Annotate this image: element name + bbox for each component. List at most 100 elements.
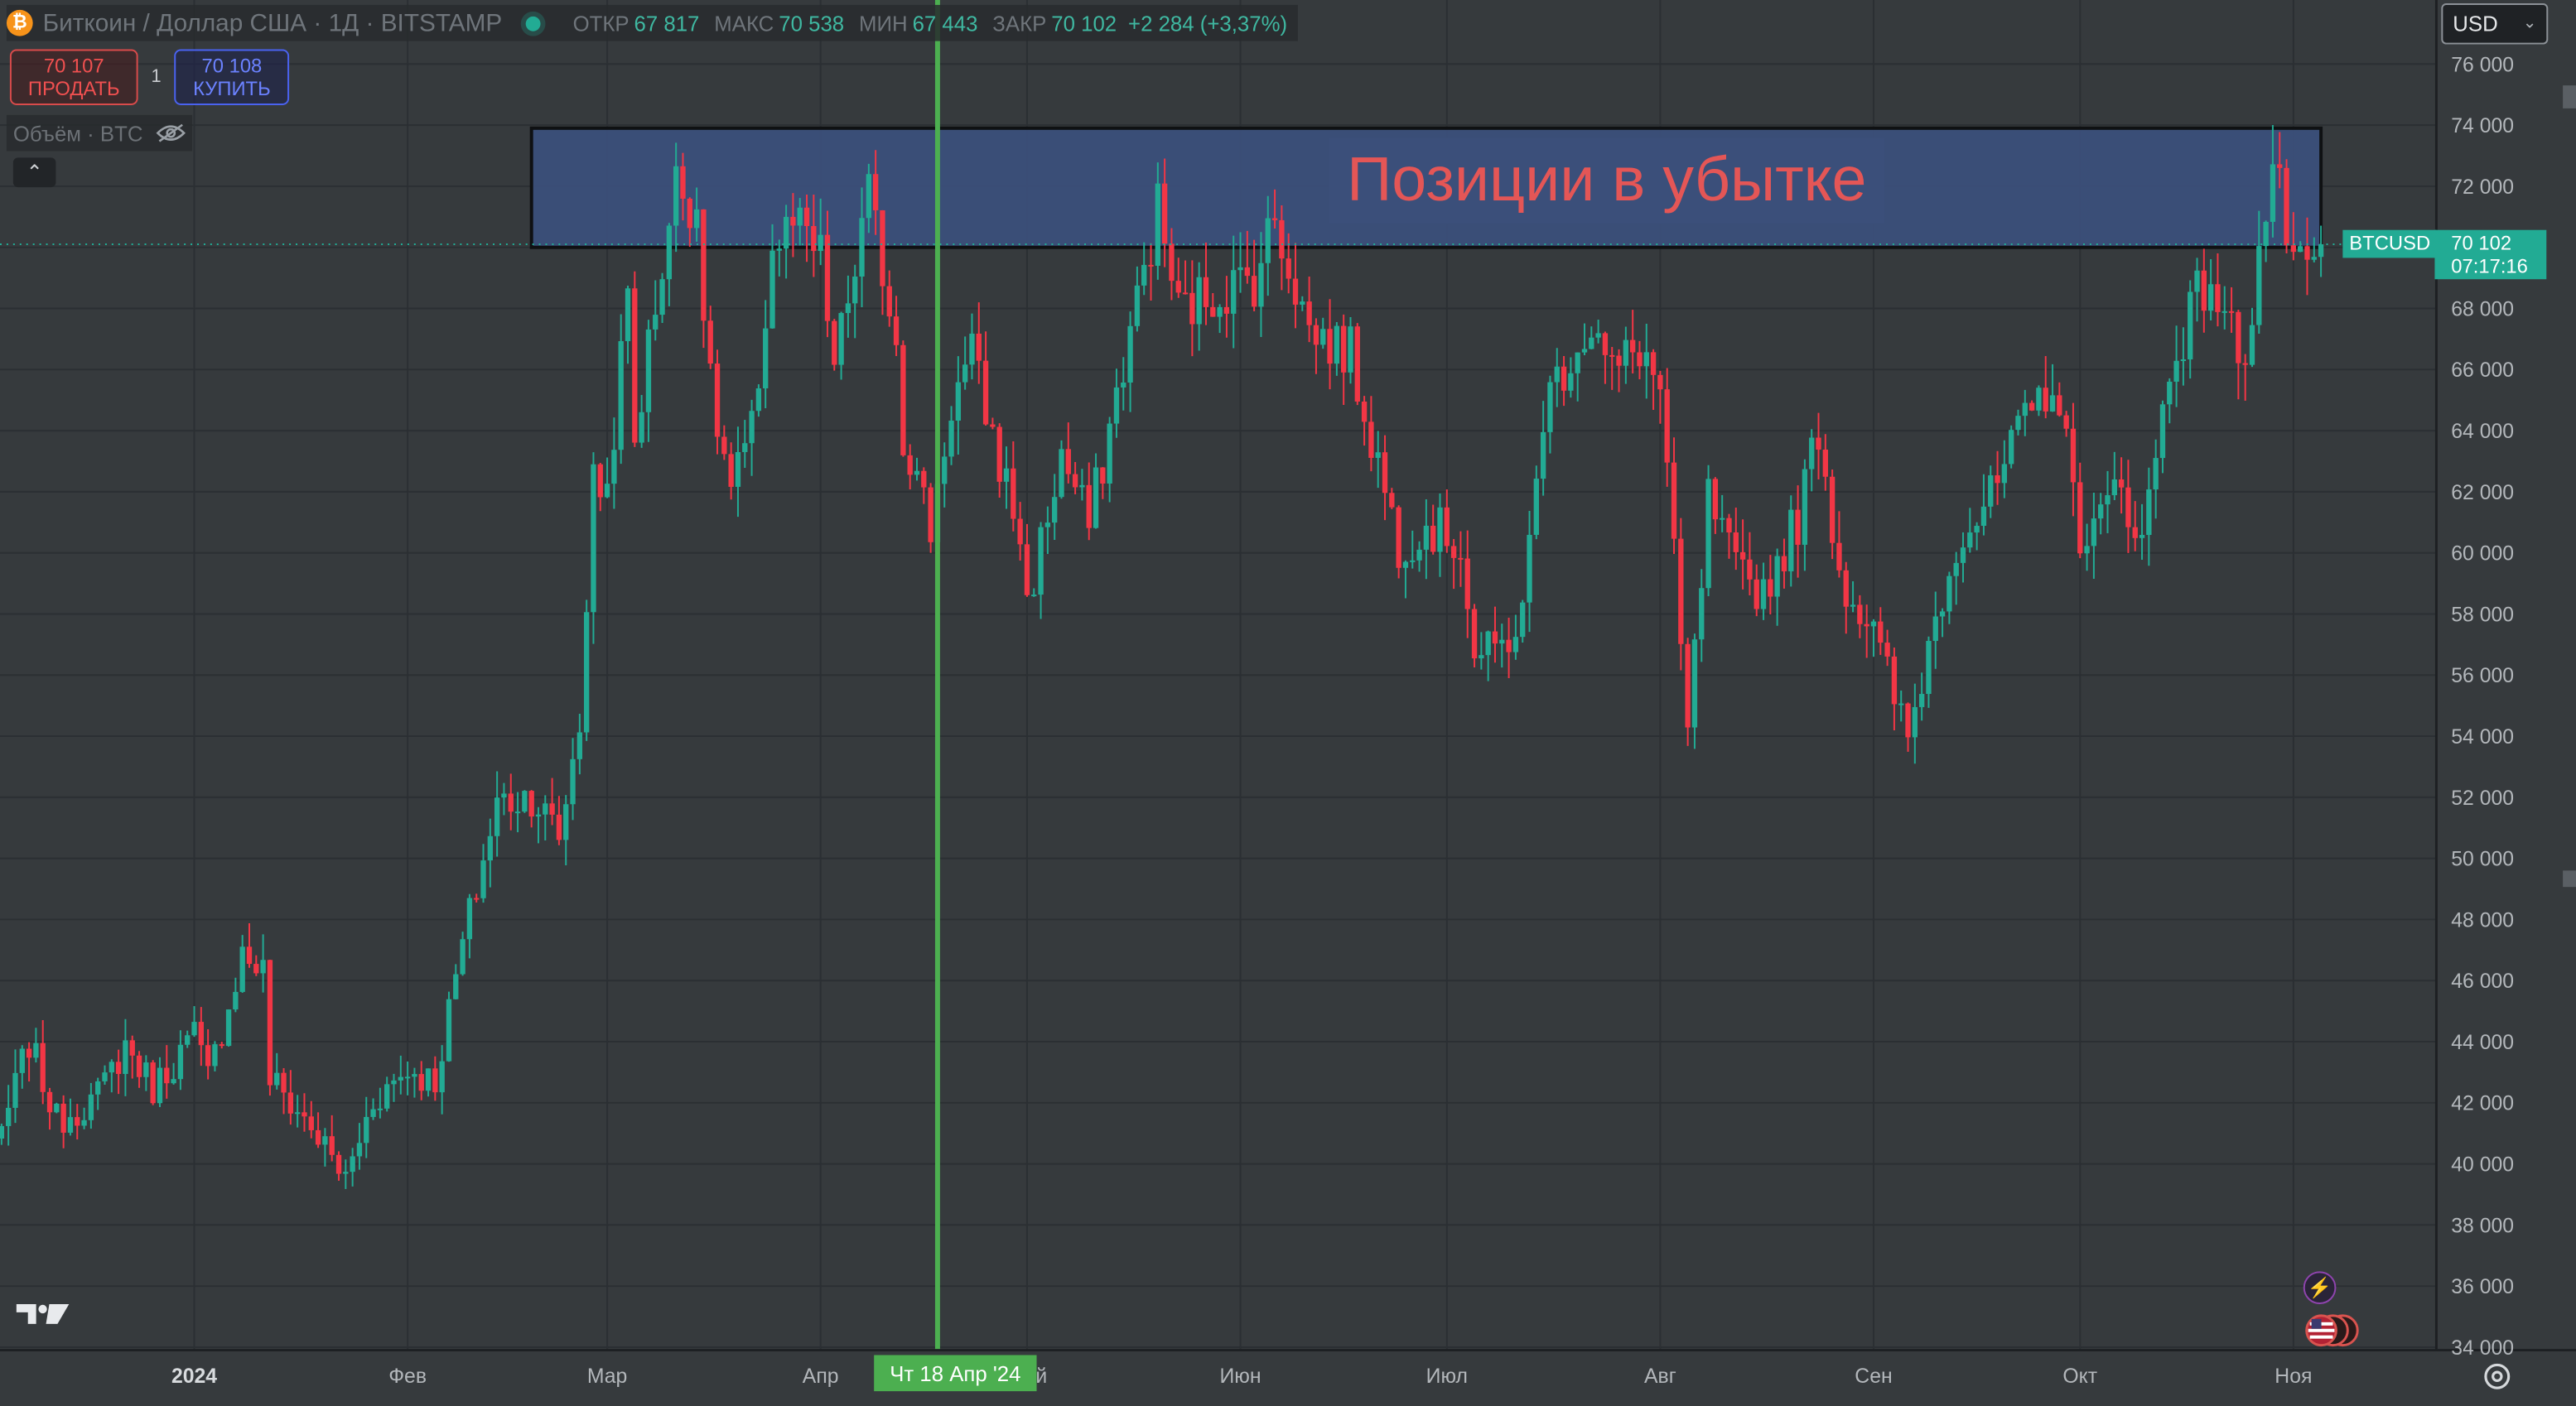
candle bbox=[1629, 339, 1636, 353]
high-value: 70 538 bbox=[779, 10, 845, 36]
candle bbox=[1079, 484, 1085, 488]
candle bbox=[1974, 526, 1980, 533]
gear-icon[interactable] bbox=[2479, 1358, 2516, 1394]
candle bbox=[2015, 416, 2021, 431]
candle bbox=[1024, 544, 1030, 595]
market-status-icon bbox=[525, 15, 540, 31]
candle bbox=[763, 328, 769, 389]
candle bbox=[1251, 276, 1257, 307]
candle bbox=[2228, 311, 2235, 313]
candle bbox=[157, 1067, 163, 1104]
candle bbox=[1616, 355, 1622, 366]
volume-legend[interactable]: Объём · BTC bbox=[6, 114, 193, 152]
candle bbox=[33, 1042, 39, 1058]
candle bbox=[487, 835, 493, 861]
x-tick-label: Мар bbox=[587, 1365, 627, 1388]
sell-button[interactable]: 70 107 ПРОДАТЬ bbox=[9, 49, 138, 105]
lightning-icon[interactable]: ⚡ bbox=[2303, 1271, 2337, 1305]
candle bbox=[1809, 437, 1815, 469]
candle bbox=[2132, 527, 2138, 538]
price-tag-countdown: 07:17:16 bbox=[2451, 254, 2528, 278]
candle bbox=[1720, 518, 1725, 520]
candle bbox=[742, 443, 748, 452]
y-tick-label: 68 000 bbox=[2451, 298, 2514, 320]
candle bbox=[1829, 476, 1836, 543]
candle bbox=[1458, 557, 1464, 560]
candle bbox=[391, 1080, 397, 1085]
candle bbox=[129, 1040, 135, 1056]
candle bbox=[1169, 243, 1175, 282]
candle bbox=[1368, 421, 1374, 458]
candle bbox=[1258, 262, 1264, 307]
candle bbox=[1382, 452, 1388, 494]
candle bbox=[2201, 270, 2207, 311]
candle bbox=[1127, 325, 1133, 383]
y-tick-label: 38 000 bbox=[2451, 1215, 2514, 1237]
y-tick-label: 36 000 bbox=[2451, 1276, 2514, 1298]
candle bbox=[1884, 643, 1890, 657]
currency-select[interactable]: USD ⌄ bbox=[2441, 2, 2549, 45]
candle bbox=[246, 946, 253, 965]
candle bbox=[2297, 246, 2303, 253]
candle bbox=[783, 216, 789, 249]
x-tick-label: Фев bbox=[388, 1365, 427, 1388]
candle bbox=[1306, 301, 1312, 325]
y-tick-label: 48 000 bbox=[2451, 909, 2514, 932]
candle bbox=[1643, 352, 1649, 367]
candle bbox=[364, 1116, 369, 1144]
change-value: +2 284 (+3,37%) bbox=[1128, 10, 1288, 36]
x-tick-label: Июн bbox=[1219, 1365, 1261, 1388]
annotation-label[interactable]: Позиции в убытке bbox=[1329, 137, 1884, 224]
candle bbox=[522, 791, 528, 812]
candle bbox=[790, 216, 796, 226]
candle bbox=[40, 1042, 46, 1092]
candle bbox=[673, 166, 679, 226]
candle bbox=[1609, 354, 1615, 357]
candle bbox=[2028, 402, 2035, 411]
candle bbox=[735, 451, 741, 487]
candle bbox=[845, 303, 851, 314]
candle bbox=[1244, 267, 1251, 277]
close-label: ЗАКР bbox=[992, 10, 1047, 36]
symbol-legend[interactable]: ₿ Биткоин / Доллар США · 1Д · BITSTAMP О… bbox=[6, 4, 1298, 41]
candle bbox=[1031, 595, 1037, 597]
us-flag-icon[interactable] bbox=[2303, 1312, 2362, 1349]
candle bbox=[294, 1112, 301, 1115]
candle bbox=[171, 1079, 176, 1084]
candle bbox=[2221, 311, 2227, 313]
candle bbox=[1850, 604, 1856, 607]
candle bbox=[1416, 549, 1422, 561]
candle bbox=[1121, 383, 1126, 388]
candle bbox=[797, 207, 803, 226]
candle bbox=[102, 1072, 108, 1081]
candle bbox=[1044, 522, 1051, 527]
candle bbox=[2077, 482, 2083, 554]
candle bbox=[46, 1091, 53, 1113]
symbol-title[interactable]: Биткоин / Доллар США · 1Д · BITSTAMP bbox=[43, 9, 503, 37]
currency-value: USD bbox=[2453, 11, 2498, 36]
candle bbox=[1059, 449, 1064, 498]
candle bbox=[872, 174, 879, 210]
buy-button[interactable]: 70 108 КУПИТЬ bbox=[174, 49, 290, 105]
candle bbox=[404, 1076, 411, 1079]
tradingview-logo[interactable] bbox=[13, 1298, 72, 1331]
candle bbox=[67, 1117, 74, 1133]
candle bbox=[1623, 339, 1629, 366]
candle bbox=[1568, 373, 1574, 391]
candle bbox=[2236, 311, 2241, 364]
candle bbox=[1657, 374, 1663, 390]
candle bbox=[343, 1172, 349, 1174]
candle bbox=[803, 207, 810, 227]
candle bbox=[494, 797, 500, 836]
candle bbox=[2215, 284, 2221, 312]
candle bbox=[625, 288, 631, 342]
eye-hidden-icon[interactable] bbox=[156, 123, 186, 143]
chart-plot[interactable]: 34 000 36 000 38 000 40 000 42 000 44 000 46 0… bbox=[0, 0, 2576, 1406]
order-quantity[interactable]: 1 bbox=[151, 67, 161, 87]
candle bbox=[1802, 469, 1808, 545]
chevron-up-icon[interactable]: ⌃ bbox=[12, 157, 56, 188]
candle bbox=[1898, 703, 1904, 705]
candle bbox=[955, 382, 962, 421]
candle bbox=[659, 279, 665, 315]
candle bbox=[1795, 509, 1801, 545]
